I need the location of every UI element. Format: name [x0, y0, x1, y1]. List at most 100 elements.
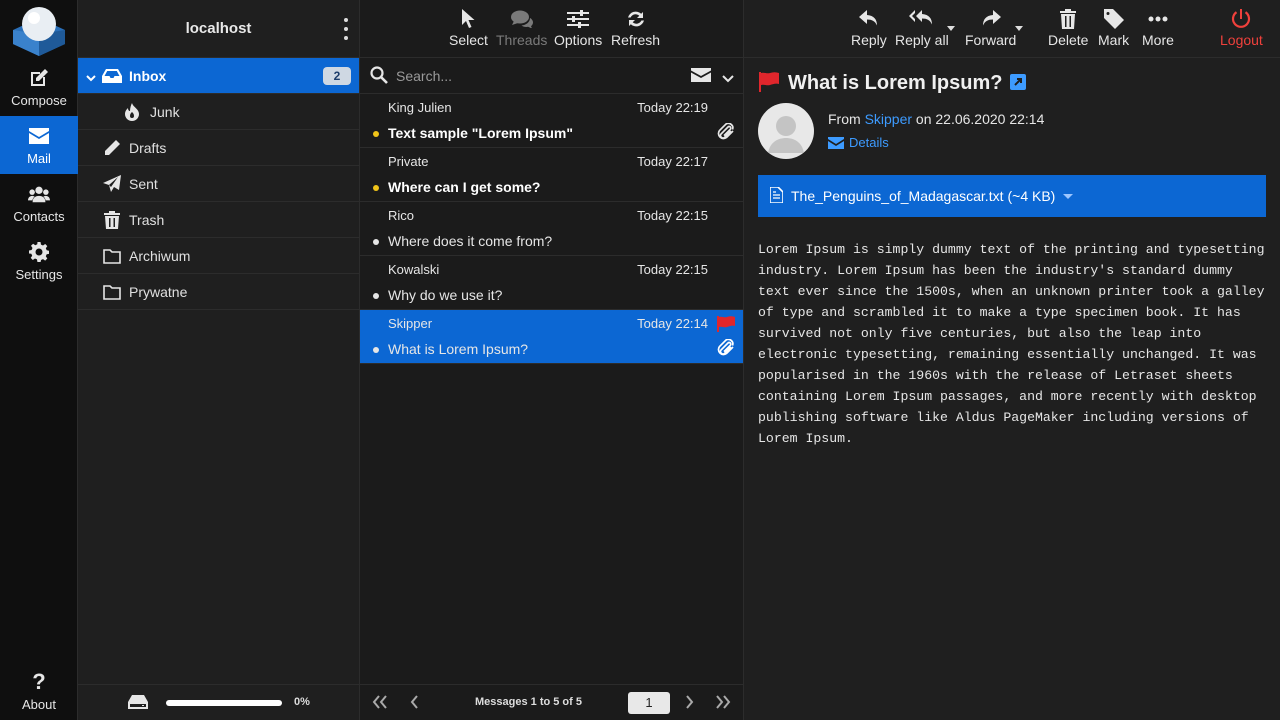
paperclip-icon [717, 338, 735, 362]
folder-panel: localhost Inbox 2 Junk Drafts Sent Trash… [78, 0, 360, 720]
message-from: Rico [388, 208, 415, 223]
attachment-dropdown-icon[interactable] [1063, 193, 1074, 199]
chevron-down-icon[interactable] [86, 70, 96, 86]
select-label: Select [449, 32, 488, 48]
unread-dot-icon[interactable] [373, 185, 379, 191]
reply-all-dropdown-icon[interactable] [947, 26, 955, 31]
next-page-icon[interactable] [684, 695, 694, 712]
threads-button[interactable]: Threads [496, 6, 547, 48]
quota-footer: 0% [78, 684, 360, 720]
folder-trash[interactable]: Trash [78, 202, 359, 238]
inbox-icon [102, 67, 122, 85]
folder-archiwum[interactable]: Archiwum [78, 238, 359, 274]
message-row[interactable]: Private Today 22:17 Where can I get some… [360, 148, 743, 202]
delete-button[interactable]: Delete [1048, 6, 1088, 48]
attachment-item[interactable]: The_Penguins_of_Madagascar.txt (~4 KB) [758, 175, 1266, 217]
hard-drive-icon [128, 695, 148, 712]
chevron-down-icon[interactable] [722, 70, 734, 86]
message-subject: Why do we use it? [388, 287, 503, 303]
message-date: Today 22:19 [637, 100, 708, 115]
message-row[interactable]: Kowalski Today 22:15 Why do we use it? [360, 256, 743, 310]
message-date: Today 22:15 [637, 262, 708, 277]
roundcube-logo-icon[interactable] [12, 4, 66, 56]
delete-label: Delete [1048, 32, 1089, 48]
paperclip-icon [717, 122, 735, 146]
contacts-button[interactable]: Contacts [0, 174, 78, 232]
folder-header: localhost [78, 0, 359, 58]
refresh-icon [626, 6, 646, 32]
contacts-label: Contacts [13, 208, 65, 224]
message-date: Today 22:17 [637, 154, 708, 169]
read-dot-icon[interactable] [373, 347, 379, 353]
search-icon[interactable] [370, 66, 388, 87]
details-link[interactable]: Details [828, 135, 889, 150]
read-dot-icon[interactable] [373, 293, 379, 299]
message-date-text: on 22.06.2020 22:14 [915, 111, 1045, 127]
folder-menu-icon[interactable] [339, 18, 353, 40]
from-line: From Skipper on 22.06.2020 22:14 [828, 111, 1044, 127]
envelope-icon[interactable] [691, 68, 711, 85]
folder-label: Archiwum [129, 248, 191, 264]
more-button[interactable]: More [1142, 6, 1174, 48]
message-row-selected[interactable]: Skipper Today 22:14 What is Lorem Ipsum? [360, 310, 743, 364]
search-input[interactable] [396, 64, 696, 88]
unread-dot-icon[interactable] [373, 131, 379, 137]
reply-button[interactable]: Reply [851, 6, 887, 48]
message-list-panel: Select Threads Options Refresh Search...… [360, 0, 744, 720]
message-subject: What is Lorem Ipsum? [388, 341, 529, 357]
options-label: Options [554, 32, 603, 48]
reply-icon [858, 6, 879, 32]
trash-icon [1060, 6, 1077, 32]
sender-link[interactable]: Skipper [865, 111, 912, 127]
first-page-icon[interactable] [372, 695, 388, 712]
refresh-button[interactable]: Refresh [611, 6, 660, 48]
message-view-panel: Reply Reply all Forward Delete Mark More… [744, 0, 1280, 720]
unread-count-badge: 2 [323, 67, 351, 85]
read-dot-icon[interactable] [373, 239, 379, 245]
folder-label: Trash [129, 212, 165, 228]
folder-label: Prywatne [129, 284, 188, 300]
list-toolbar: Select Threads Options Refresh [360, 0, 743, 58]
last-page-icon[interactable] [715, 695, 731, 712]
folder-label: Inbox [129, 68, 167, 84]
sliders-icon [567, 6, 590, 32]
select-button[interactable]: Select [449, 6, 488, 48]
forward-dropdown-icon[interactable] [1015, 26, 1023, 31]
folder-junk[interactable]: Junk [78, 94, 359, 130]
more-label: More [1142, 32, 1174, 48]
search-bar [360, 58, 743, 94]
flag-icon[interactable] [716, 316, 736, 335]
settings-button[interactable]: Settings [0, 232, 78, 290]
quota-progress-bar [166, 700, 282, 706]
previous-page-icon[interactable] [410, 695, 420, 712]
compose-button[interactable]: Compose [0, 58, 78, 116]
folder-inbox[interactable]: Inbox 2 [78, 58, 359, 94]
forward-button[interactable]: Forward [965, 6, 1016, 48]
mark-button[interactable]: Mark [1098, 6, 1129, 48]
contacts-icon [28, 183, 50, 205]
page-number-input[interactable]: 1 [628, 692, 670, 714]
message-row[interactable]: Rico Today 22:15 Where does it come from… [360, 202, 743, 256]
flag-icon[interactable] [758, 72, 780, 95]
external-link-icon[interactable] [1010, 74, 1027, 93]
folder-prywatne[interactable]: Prywatne [78, 274, 359, 310]
account-title: localhost [185, 20, 252, 37]
reply-all-button[interactable]: Reply all [895, 6, 949, 48]
message-row[interactable]: King Julien Today 22:19 Text sample "Lor… [360, 94, 743, 148]
settings-label: Settings [15, 266, 63, 282]
about-button[interactable]: ? About [0, 662, 78, 720]
question-icon: ? [32, 668, 46, 694]
trash-icon [102, 211, 122, 229]
folder-sent[interactable]: Sent [78, 166, 359, 202]
folder-label: Sent [129, 176, 158, 192]
options-button[interactable]: Options [554, 6, 602, 48]
comments-icon [510, 6, 533, 32]
logout-button[interactable]: Logout [1220, 6, 1263, 48]
mark-label: Mark [1098, 32, 1130, 48]
message-from: Skipper [388, 316, 433, 331]
mail-button[interactable]: Mail [0, 116, 78, 174]
message-subject-heading: What is Lorem Ipsum? [788, 72, 1003, 94]
folder-drafts[interactable]: Drafts [78, 130, 359, 166]
message-count: Messages 1 to 5 of 5 [475, 696, 582, 708]
refresh-label: Refresh [611, 32, 661, 48]
